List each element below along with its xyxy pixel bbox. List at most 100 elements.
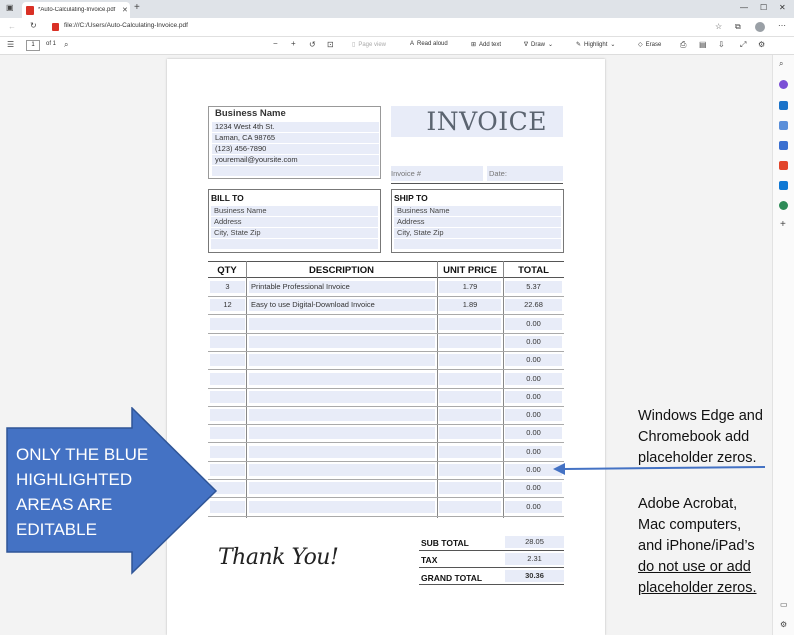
draw-button[interactable]: ∇ Draw ⌄ <box>524 41 553 49</box>
page-view-button[interactable]: ▯ Page view <box>352 41 386 49</box>
line-total: 0.00 <box>505 335 562 348</box>
grand-total-value: 30.36 <box>505 570 564 582</box>
unit-price-field[interactable] <box>439 427 501 440</box>
ship-to-address-field[interactable]: Address <box>394 217 561 227</box>
maximize-icon[interactable]: ☐ <box>760 3 767 12</box>
unit-price-field[interactable] <box>439 354 501 367</box>
description-field[interactable] <box>249 354 435 367</box>
collections-icon[interactable]: ⧉ <box>735 22 741 32</box>
description-field[interactable]: Printable Professional Invoice <box>249 281 435 293</box>
settings-gear-icon[interactable]: ⚙ <box>758 40 765 49</box>
back-icon[interactable]: ← <box>8 22 16 31</box>
qty-field[interactable] <box>210 390 245 403</box>
qty-field[interactable]: 12 <box>210 299 245 312</box>
qty-field[interactable]: 3 <box>210 281 245 293</box>
unit-price-field[interactable]: 1.89 <box>439 299 501 312</box>
tax-value[interactable]: 2.31 <box>505 553 564 565</box>
unit-price-field[interactable]: 1.79 <box>439 281 501 293</box>
copilot-icon[interactable] <box>779 80 788 89</box>
business-city-field[interactable]: Laman, CA 98765 <box>212 133 379 143</box>
save-as-icon[interactable]: ⇩ <box>718 40 725 49</box>
business-email-field[interactable]: youremail@yoursite.com <box>212 155 379 165</box>
search-icon[interactable]: ⌕ <box>779 59 783 69</box>
page-number-input[interactable]: 1 <box>26 40 40 51</box>
business-phone-field[interactable]: (123) 456-7890 <box>212 144 379 154</box>
unit-price-field[interactable] <box>439 445 501 458</box>
invoice-date-field[interactable]: Date: <box>487 166 563 181</box>
unit-price-field[interactable] <box>439 335 501 348</box>
sidebar-toggle-icon[interactable]: ▭ <box>780 600 788 609</box>
add-text-button[interactable]: ⊞ Add text <box>471 41 501 49</box>
description-field[interactable] <box>249 464 435 476</box>
bill-to-extra-field[interactable] <box>211 239 378 249</box>
more-menu-icon[interactable]: ⋯ <box>778 21 786 30</box>
ship-to-name-field[interactable]: Business Name <box>394 206 561 216</box>
description-field[interactable]: Easy to use Digital-Download Invoice <box>249 299 435 312</box>
unit-price-field[interactable] <box>439 317 501 330</box>
url-field[interactable]: file:///C:/Users/Auto-Calculating-Invoic… <box>64 22 188 29</box>
edge-note: Windows Edge and Chromebook add placehol… <box>638 406 763 469</box>
tab-actions-icon[interactable]: ▣ <box>6 3 14 12</box>
erase-button[interactable]: ◇ Erase <box>638 41 661 49</box>
unit-price-field[interactable] <box>439 372 501 385</box>
contents-icon[interactable]: ☰ <box>7 40 14 49</box>
unit-price-field[interactable] <box>439 482 501 495</box>
bill-to-name-field[interactable]: Business Name <box>211 206 378 216</box>
rotate-icon[interactable]: ↺ <box>309 40 316 49</box>
shopping-icon[interactable] <box>779 101 788 110</box>
qty-field[interactable] <box>210 372 245 385</box>
read-aloud-button[interactable]: A Read aloud <box>410 41 448 47</box>
description-field[interactable] <box>249 482 435 495</box>
ship-to-extra-field[interactable] <box>394 239 561 249</box>
qty-field[interactable] <box>210 335 245 348</box>
new-tab-icon[interactable]: + <box>134 2 140 13</box>
description-field[interactable] <box>249 409 435 422</box>
games-icon[interactable] <box>779 141 788 150</box>
business-address-field[interactable]: 1234 West 4th St. <box>212 122 379 132</box>
zoom-in-icon[interactable]: + <box>291 39 296 48</box>
description-field[interactable] <box>249 335 435 348</box>
divider <box>419 550 564 551</box>
highlight-button[interactable]: ✎ Highlight ⌄ <box>576 41 615 49</box>
zoom-out-icon[interactable]: − <box>273 39 278 48</box>
unit-price-field[interactable] <box>439 409 501 422</box>
favorite-star-icon[interactable]: ☆ <box>715 22 722 31</box>
refresh-icon[interactable]: ↻ <box>30 21 37 30</box>
print-icon[interactable]: ⎙ <box>680 40 686 50</box>
bill-to-city-field[interactable]: City, State Zip <box>211 228 378 238</box>
unit-price-field[interactable] <box>439 500 501 513</box>
minimize-icon[interactable]: — <box>740 3 748 12</box>
bill-to-address-field[interactable]: Address <box>211 217 378 227</box>
sidebar-settings-icon[interactable]: ⚙ <box>780 620 787 629</box>
qty-field[interactable] <box>210 354 245 367</box>
profile-avatar[interactable] <box>755 22 765 32</box>
description-field[interactable] <box>249 427 435 440</box>
drop-icon[interactable] <box>779 201 788 210</box>
note-line: placeholder zeros. <box>638 450 757 466</box>
office-icon[interactable] <box>779 161 788 170</box>
unit-price-field[interactable] <box>439 390 501 403</box>
unit-price-field[interactable] <box>439 464 501 476</box>
fit-page-icon[interactable]: ⊡ <box>327 40 334 49</box>
business-extra-field[interactable] <box>212 166 379 176</box>
description-field[interactable] <box>249 317 435 330</box>
outlook-icon[interactable] <box>779 181 788 190</box>
qty-field[interactable] <box>210 317 245 330</box>
divider <box>391 183 563 184</box>
tools-icon[interactable] <box>779 121 788 130</box>
ship-to-city-field[interactable]: City, State Zip <box>394 228 561 238</box>
browser-tab[interactable]: *Auto-Calculating-Invoice.pdf ✕ <box>22 2 130 18</box>
add-sidebar-app-icon[interactable]: + <box>780 219 786 230</box>
invoice-number-field[interactable]: Invoice # <box>391 166 483 181</box>
close-window-icon[interactable]: ✕ <box>779 3 786 12</box>
search-icon[interactable]: ⌕ <box>64 40 68 50</box>
description-field[interactable] <box>249 500 435 513</box>
draw-icon: ∇ <box>524 42 529 48</box>
save-icon[interactable]: ▤ <box>699 40 707 49</box>
description-field[interactable] <box>249 372 435 385</box>
arrow-text-line: ONLY THE BLUE <box>16 445 149 464</box>
close-tab-icon[interactable]: ✕ <box>122 6 128 14</box>
fullscreen-icon[interactable]: ⤢ <box>740 40 746 50</box>
description-field[interactable] <box>249 445 435 458</box>
description-field[interactable] <box>249 390 435 403</box>
